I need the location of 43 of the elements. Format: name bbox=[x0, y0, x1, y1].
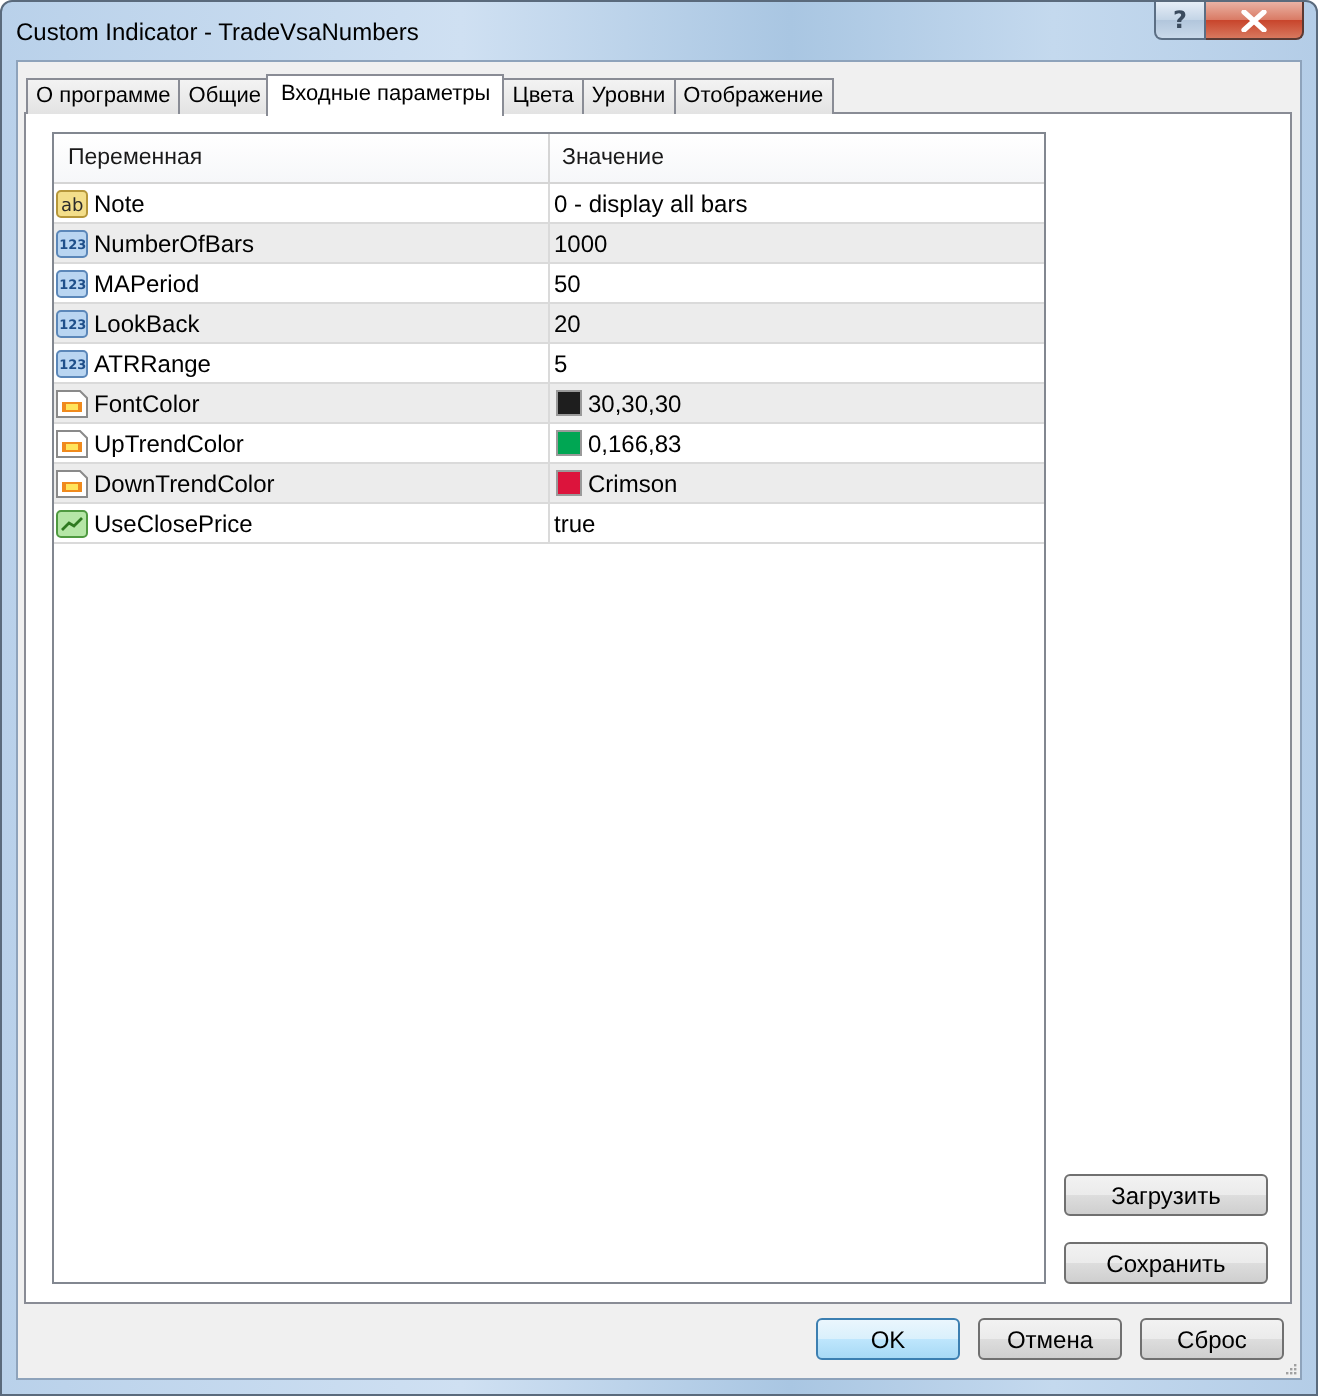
table-row[interactable]: ab Note 0 - display all bars bbox=[54, 184, 1044, 224]
cancel-button[interactable]: Отмена bbox=[978, 1318, 1122, 1360]
load-button[interactable]: Загрузить bbox=[1064, 1174, 1268, 1216]
parameter-value[interactable]: Crimson bbox=[588, 467, 678, 499]
window-title: Custom Indicator - TradeVsaNumbers bbox=[16, 18, 419, 46]
parameter-value[interactable]: 30,30,30 bbox=[588, 387, 682, 419]
tab[interactable]: Общие bbox=[178, 78, 271, 114]
close-icon bbox=[1240, 9, 1268, 31]
save-button[interactable]: Сохранить bbox=[1064, 1242, 1268, 1284]
help-button[interactable]: ? bbox=[1154, 2, 1206, 40]
parameter-value[interactable]: 20 bbox=[554, 307, 581, 339]
parameter-name: NumberOfBars bbox=[94, 227, 255, 259]
parameter-name: UseClosePrice bbox=[94, 507, 253, 539]
parameter-name: MAPeriod bbox=[94, 267, 200, 299]
parameter-name: DownTrendColor bbox=[94, 467, 275, 499]
table-row[interactable]: DownTrendColor Crimson bbox=[54, 464, 1044, 504]
column-header: Значение bbox=[562, 146, 664, 170]
close-button[interactable] bbox=[1206, 2, 1304, 40]
table-row[interactable]: FontColor 30,30,30 bbox=[54, 384, 1044, 424]
table-row[interactable]: UseClosePrice true bbox=[54, 504, 1044, 544]
parameter-name: LookBack bbox=[94, 307, 200, 339]
text-type-icon: ab bbox=[56, 187, 88, 219]
parameter-value[interactable]: 0,166,83 bbox=[588, 427, 682, 459]
parameter-value[interactable]: 0 - display all bars bbox=[554, 187, 748, 219]
tab[interactable]: Входные параметры bbox=[266, 74, 505, 116]
parameter-value[interactable]: true bbox=[554, 507, 596, 539]
parameter-name: Note bbox=[94, 187, 145, 219]
tab[interactable]: О программе bbox=[26, 78, 181, 114]
parameter-value[interactable]: 50 bbox=[554, 267, 581, 299]
parameter-name: UpTrendColor bbox=[94, 427, 244, 459]
parameter-name: FontColor bbox=[94, 387, 200, 419]
column-header: Переменная bbox=[68, 146, 203, 170]
parameter-name: ATRRange bbox=[94, 347, 211, 379]
parameter-value[interactable]: 5 bbox=[554, 347, 568, 379]
reset-button[interactable]: Сброс bbox=[1140, 1318, 1284, 1360]
tab[interactable]: Отображение bbox=[673, 78, 834, 114]
ok-button[interactable]: OK bbox=[816, 1318, 960, 1360]
line-graph-icon bbox=[56, 507, 88, 539]
tab[interactable]: Уровни bbox=[581, 78, 676, 114]
tab[interactable]: Цвета bbox=[502, 78, 584, 114]
table-row[interactable]: UpTrendColor 0,166,83 bbox=[54, 424, 1044, 464]
parameter-value[interactable]: 1000 bbox=[554, 227, 608, 259]
resize-grip-icon[interactable] bbox=[1286, 1364, 1298, 1376]
